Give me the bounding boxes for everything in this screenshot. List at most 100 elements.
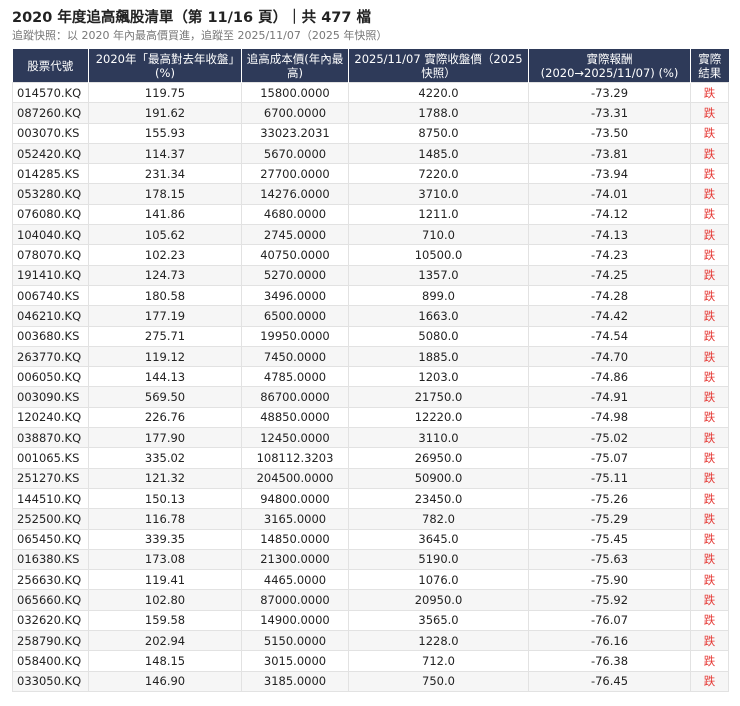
result-badge: 跌 [690,305,729,327]
table-row: 003070.KS 155.93 33023.2031 8750.0 -73.50 跌 [12,122,729,144]
stock-code: 003680.KS [12,325,89,347]
actual-return: -74.86 [528,366,691,388]
table-row: 014570.KQ 119.75 15800.0000 4220.0 -73.29 跌 [12,81,729,104]
close-price: 710.0 [348,224,529,246]
result-badge: 跌 [690,467,729,489]
stock-code: 120240.KQ [12,406,89,429]
chase-cost-price: 4680.0000 [241,203,349,226]
chase-cost-price: 14850.0000 [241,528,349,550]
high-vs-prev-close: 173.08 [88,548,242,571]
high-vs-prev-close: 119.12 [88,345,242,368]
table-row: 263770.KQ 119.12 7450.0000 1885.0 -74.70 跌 [12,345,729,368]
chase-cost-price: 3165.0000 [241,508,349,530]
close-price: 7220.0 [348,163,529,185]
chase-cost-price: 94800.0000 [241,487,349,510]
high-vs-prev-close: 144.13 [88,366,242,388]
high-vs-prev-close: 121.32 [88,467,242,489]
column-header-close: 2025/11/07 實際收盤價（2025快照） [348,49,529,83]
actual-return: -73.31 [528,102,691,124]
stock-code: 104040.KQ [12,224,89,246]
table-header-row: 股票代號 2020年「最高對去年收盤」(%) 追高成本價(年內最高) 2025/… [12,49,729,83]
table-row: 251270.KS 121.32 204500.0000 50900.0 -75.11 跌 [12,467,729,489]
high-vs-prev-close: 148.15 [88,650,242,672]
chase-cost-price: 5270.0000 [241,264,349,286]
stock-code: 058400.KQ [12,650,89,672]
high-vs-prev-close: 231.34 [88,163,242,185]
high-vs-prev-close: 102.80 [88,589,242,611]
result-badge: 跌 [690,224,729,246]
chase-cost-price: 5670.0000 [241,142,349,165]
result-badge: 跌 [690,630,729,652]
close-price: 10500.0 [348,244,529,266]
close-price: 3645.0 [348,528,529,550]
stock-code: 006050.KQ [12,366,89,388]
high-vs-prev-close: 226.76 [88,406,242,429]
high-vs-prev-close: 180.58 [88,284,242,307]
actual-return: -75.02 [528,427,691,449]
stock-code: 014570.KQ [12,81,89,104]
table-row: 014285.KS 231.34 27700.0000 7220.0 -73.94 跌 [12,163,729,185]
high-vs-prev-close: 177.19 [88,305,242,327]
table-row: 053280.KQ 178.15 14276.0000 3710.0 -74.01 跌 [12,183,729,205]
result-badge: 跌 [690,325,729,347]
chase-cost-price: 2745.0000 [241,224,349,246]
stock-code: 052420.KQ [12,142,89,165]
stock-code: 006740.KS [12,284,89,307]
chase-cost-price: 108112.3203 [241,447,349,469]
actual-return: -75.29 [528,508,691,530]
column-header-cost: 追高成本價(年內最高) [241,49,349,83]
actual-return: -76.45 [528,670,691,692]
close-price: 899.0 [348,284,529,307]
result-badge: 跌 [690,366,729,388]
table-row: 038870.KQ 177.90 12450.0000 3110.0 -75.02 跌 [12,427,729,449]
close-price: 1485.0 [348,142,529,165]
close-price: 8750.0 [348,122,529,144]
actual-return: -75.63 [528,548,691,571]
result-badge: 跌 [690,264,729,286]
close-price: 4220.0 [348,81,529,104]
table-row: 033050.KQ 146.90 3185.0000 750.0 -76.45 跌 [12,670,729,692]
chase-cost-price: 7450.0000 [241,345,349,368]
close-price: 21750.0 [348,386,529,408]
actual-return: -74.01 [528,183,691,205]
chase-cost-price: 21300.0000 [241,548,349,571]
result-badge: 跌 [690,81,729,104]
high-vs-prev-close: 114.37 [88,142,242,165]
stock-code: 087260.KQ [12,102,89,124]
table-row: 016380.KS 173.08 21300.0000 5190.0 -75.63 跌 [12,548,729,571]
chase-cost-price: 33023.2031 [241,122,349,144]
chase-cost-price: 48850.0000 [241,406,349,429]
page: 2020 年度追高飆股清單（第 11/16 頁）｜共 477 檔 追蹤快照：以 … [0,0,740,692]
stock-code: 053280.KQ [12,183,89,205]
stock-code: 046210.KQ [12,305,89,327]
actual-return: -74.70 [528,345,691,368]
chase-cost-price: 14276.0000 [241,183,349,205]
chase-cost-price: 87000.0000 [241,589,349,611]
close-price: 1228.0 [348,630,529,652]
close-price: 1076.0 [348,569,529,591]
result-badge: 跌 [690,203,729,226]
result-badge: 跌 [690,102,729,124]
table-row: 046210.KQ 177.19 6500.0000 1663.0 -74.42 跌 [12,305,729,327]
close-price: 1211.0 [348,203,529,226]
actual-return: -75.07 [528,447,691,469]
stock-code: 001065.KS [12,447,89,469]
actual-return: -74.23 [528,244,691,266]
table-row: 006050.KQ 144.13 4785.0000 1203.0 -74.86 跌 [12,366,729,388]
result-badge: 跌 [690,122,729,144]
close-price: 1357.0 [348,264,529,286]
result-badge: 跌 [690,427,729,449]
result-badge: 跌 [690,528,729,550]
actual-return: -74.12 [528,203,691,226]
close-price: 5190.0 [348,548,529,571]
actual-return: -76.07 [528,609,691,632]
stock-code: 033050.KQ [12,670,89,692]
high-vs-prev-close: 119.75 [88,81,242,104]
stock-code: 256630.KQ [12,569,89,591]
result-badge: 跌 [690,670,729,692]
high-vs-prev-close: 159.58 [88,609,242,632]
table-row: 058400.KQ 148.15 3015.0000 712.0 -76.38 跌 [12,650,729,672]
table-row: 065660.KQ 102.80 87000.0000 20950.0 -75.92 跌 [12,589,729,611]
stock-code: 014285.KS [12,163,89,185]
high-vs-prev-close: 177.90 [88,427,242,449]
